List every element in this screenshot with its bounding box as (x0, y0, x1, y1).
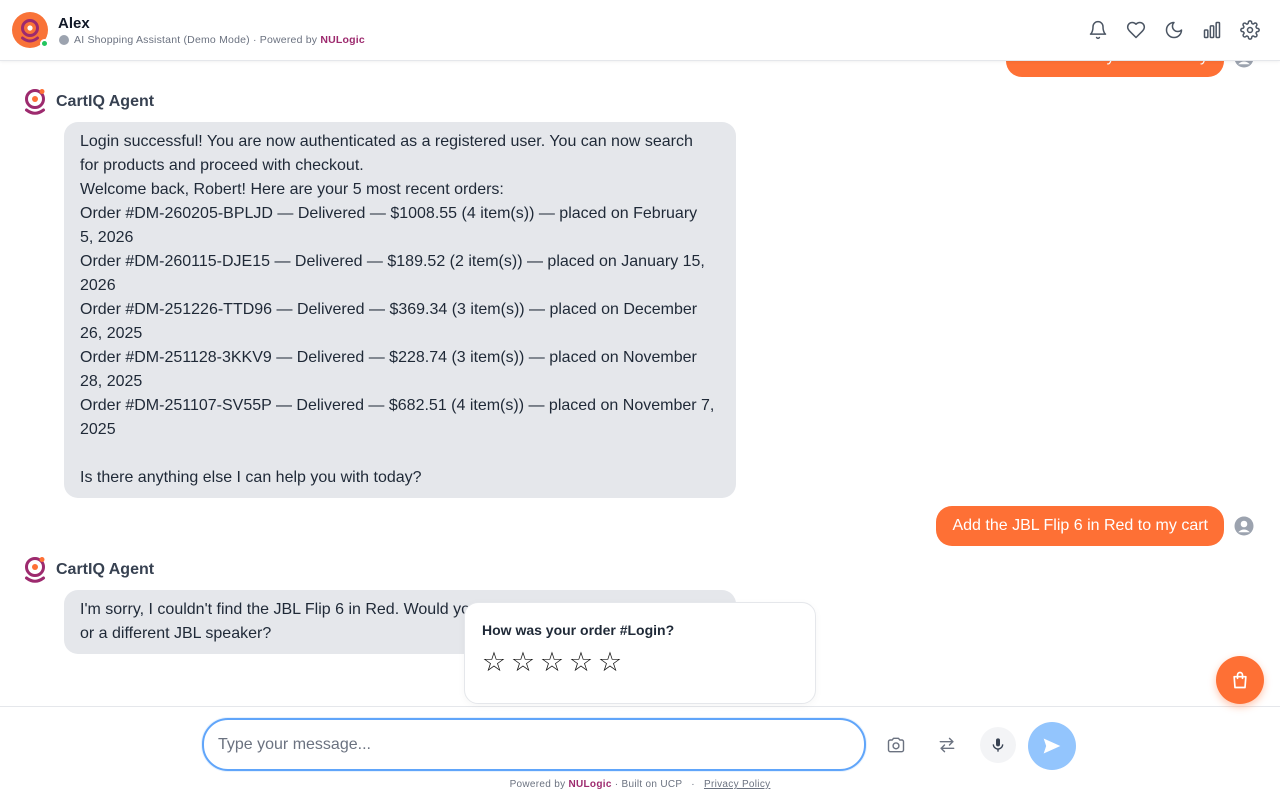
footer-built: · Built on UCP (614, 779, 683, 790)
star-rating[interactable]: ☆ ☆ ☆ ☆ ☆ (481, 647, 623, 677)
order-line: 28, 2025 (80, 373, 143, 390)
order-rating-card: How was your order #Login? ☆ ☆ ☆ ☆ ☆ (464, 602, 816, 704)
message-closing: Is there anything else I can help you wi… (80, 469, 422, 486)
camera-icon (887, 737, 905, 753)
order-line: Order #DM-251226-TTD96 — Delivered — $36… (80, 301, 698, 318)
order-line: 26, 2025 (80, 325, 143, 342)
header-actions (1088, 20, 1260, 40)
star-3-button[interactable]: ☆ (539, 647, 565, 677)
footer-credits: Powered by NULogic · Built on UCP · Priv… (0, 779, 1280, 790)
user-message: Add the JBL Flip 6 in Red to my cart (936, 506, 1224, 546)
star-1-button[interactable]: ☆ (481, 647, 507, 677)
footer-brand: NULogic (568, 779, 612, 790)
brand-logo-icon (21, 19, 39, 43)
moon-icon[interactable] (1164, 20, 1184, 40)
privacy-policy-link[interactable]: Privacy Policy (704, 779, 770, 790)
bell-icon[interactable] (1088, 20, 1108, 40)
gear-icon[interactable] (1240, 20, 1260, 40)
user-avatar-icon (1234, 61, 1254, 68)
message-input[interactable] (202, 718, 866, 771)
swap-button[interactable] (929, 727, 965, 763)
online-status-dot (40, 39, 49, 48)
info-icon (59, 35, 69, 45)
user-avatar-icon (1234, 516, 1254, 536)
agent-header: CartIQ Agent (22, 87, 154, 117)
send-icon (1043, 738, 1061, 754)
footer-powered: Powered by (509, 779, 566, 790)
camera-button[interactable] (878, 727, 914, 763)
order-line: Order #DM-251128-3KKV9 — Delivered — $22… (80, 349, 697, 366)
header-subtitle: AI Shopping Assistant (Demo Mode) · Powe… (59, 34, 365, 46)
star-2-button[interactable]: ☆ (510, 647, 536, 677)
microphone-button[interactable] (980, 727, 1016, 763)
cart-button[interactable] (1216, 656, 1264, 704)
subtitle-text: AI Shopping Assistant (Demo Mode) · Powe… (74, 34, 318, 46)
agent-header: CartIQ Agent (22, 555, 154, 585)
brand-name: NULogic (320, 34, 365, 46)
microphone-icon (992, 738, 1004, 752)
agent-name: CartIQ Agent (56, 93, 155, 110)
message-line: for products and proceed with checkout. (80, 157, 364, 174)
order-line: 2025 (80, 421, 116, 438)
order-line: 2026 (80, 277, 116, 294)
order-line: Order #DM-251107-SV55P — Delivered — $68… (80, 397, 715, 414)
send-button[interactable] (1028, 722, 1076, 770)
footer-separator: · (691, 779, 695, 790)
swap-arrows-icon (939, 737, 955, 753)
heart-icon[interactable] (1126, 20, 1146, 40)
message-line: Welcome back, Robert! Here are your 5 mo… (80, 181, 504, 198)
message-line: Login successful! You are now authentica… (80, 133, 693, 150)
order-line: Order #DM-260205-BPLJD — Delivered — $10… (80, 205, 698, 222)
app-header: Alex AI Shopping Assistant (Demo Mode) ·… (0, 0, 1280, 61)
agent-logo-icon (25, 557, 45, 583)
user-name: Alex (58, 15, 90, 32)
agent-name: CartIQ Agent (56, 561, 155, 578)
order-line: Order #DM-260115-DJE15 — Delivered — $18… (80, 253, 705, 270)
star-4-button[interactable]: ☆ (568, 647, 594, 677)
star-5-button[interactable]: ☆ (597, 647, 623, 677)
agent-logo-icon (25, 89, 45, 115)
agent-message: Login successful! You are now authentica… (64, 122, 736, 498)
order-line: 5, 2026 (80, 229, 134, 246)
chart-icon[interactable] (1202, 20, 1222, 40)
rating-question: How was your order #Login? (482, 622, 675, 638)
shopping-bag-icon (1233, 671, 1247, 689)
user-message: Show me my order history (1006, 61, 1224, 77)
composer: Powered by NULogic · Built on UCP · Priv… (0, 706, 1280, 800)
message-spacer (80, 442, 720, 466)
